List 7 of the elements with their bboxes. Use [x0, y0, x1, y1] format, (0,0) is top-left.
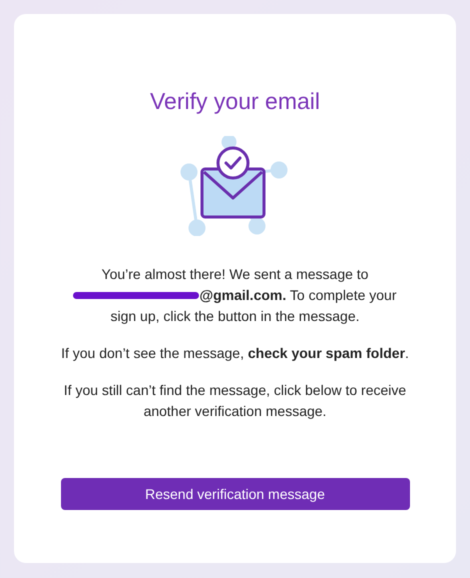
message-text: If you still can’t find the message, click below to receive another verification message. [62, 381, 408, 421]
message-text: sign up, click the button in the message. [110, 308, 360, 324]
page-title: Verify your email [150, 88, 320, 115]
resend-button[interactable]: Resend verification message [60, 478, 410, 510]
message-text: @gmail.com. To complete your [199, 286, 397, 305]
message-text: If you don’t see the message, check your spam folder. [60, 344, 410, 363]
message-text: You’re almost there! We sent a message to [102, 266, 368, 282]
